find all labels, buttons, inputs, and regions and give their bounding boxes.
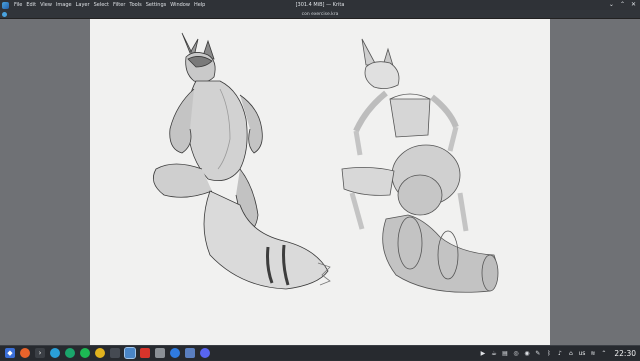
spotify-icon[interactable]: [80, 348, 90, 358]
menu-bar: File Edit View Image Layer Select Filter…: [0, 0, 640, 10]
fox-figure-left: [152, 32, 331, 290]
coffee-icon[interactable]: ☕: [490, 350, 497, 357]
menu-file[interactable]: File: [12, 0, 24, 10]
workspace: [0, 19, 640, 345]
menu-filter[interactable]: Filter: [111, 0, 127, 10]
app-blue-icon[interactable]: [170, 348, 180, 358]
menu-select[interactable]: Select: [92, 0, 111, 10]
drawing-canvas[interactable]: [90, 19, 550, 345]
document-tab-bar: con exercise.kra: [0, 10, 640, 19]
chevron-icon[interactable]: ⌄: [609, 1, 614, 8]
tray-expand-icon[interactable]: ⌃: [600, 350, 607, 357]
firefox-icon[interactable]: [20, 348, 30, 358]
app-gray-icon[interactable]: [155, 348, 165, 358]
clipboard-icon[interactable]: ▤: [501, 350, 508, 357]
sketch-artwork: [152, 32, 499, 293]
app-dark-icon[interactable]: [110, 348, 120, 358]
app-tray-icon[interactable]: ◉: [523, 350, 530, 357]
app-yellow-icon[interactable]: [95, 348, 105, 358]
network-icon[interactable]: ⌂: [567, 350, 574, 357]
volume-icon[interactable]: ♪: [556, 350, 563, 357]
menu-tools[interactable]: Tools: [127, 0, 143, 10]
document-tab[interactable]: con exercise.kra: [0, 10, 640, 19]
settings-icon[interactable]: ◎: [512, 350, 519, 357]
app-red-icon[interactable]: [140, 348, 150, 358]
discord-icon[interactable]: [200, 348, 210, 358]
pen-icon[interactable]: ✎: [534, 350, 541, 357]
menu-settings[interactable]: Settings: [144, 0, 169, 10]
menu-layer[interactable]: Layer: [74, 0, 92, 10]
clock[interactable]: 22:30: [614, 349, 636, 358]
construction-figure-right: [341, 38, 499, 293]
menu-help[interactable]: Help: [192, 0, 207, 10]
menu-image[interactable]: Image: [54, 0, 74, 10]
system-tray: ▶ ☕ ▤ ◎ ◉ ✎ ᛒ ♪ ⌂ us ≋ ⌃ 22:30: [479, 346, 636, 361]
krita-icon[interactable]: [124, 347, 136, 359]
menu-edit[interactable]: Edit: [24, 0, 38, 10]
menu-view[interactable]: View: [38, 0, 54, 10]
media-icon[interactable]: ▶: [479, 350, 486, 357]
bluetooth-icon[interactable]: ᛒ: [545, 350, 552, 357]
telegram-icon[interactable]: [50, 348, 60, 358]
menu-window[interactable]: Window: [168, 0, 192, 10]
krita-app-icon[interactable]: [2, 1, 9, 9]
keyboard-layout[interactable]: us: [578, 350, 585, 357]
terminal-icon[interactable]: ›: [35, 348, 45, 358]
file-manager-icon[interactable]: [185, 348, 195, 358]
app-launcher-icon[interactable]: ◆: [5, 348, 15, 358]
window-controls: ⌄ ⌃ ✕: [609, 1, 636, 8]
minimize-icon[interactable]: ⌃: [620, 1, 625, 8]
taskbar: ◆ › ▶ ☕ ▤ ◎ ◉ ✎ ᛒ ♪ ⌂ us ≋ ⌃ 22:30: [0, 345, 640, 360]
app-green-icon[interactable]: [65, 348, 75, 358]
close-icon[interactable]: ✕: [631, 1, 636, 8]
wifi-icon[interactable]: ≋: [589, 350, 596, 357]
